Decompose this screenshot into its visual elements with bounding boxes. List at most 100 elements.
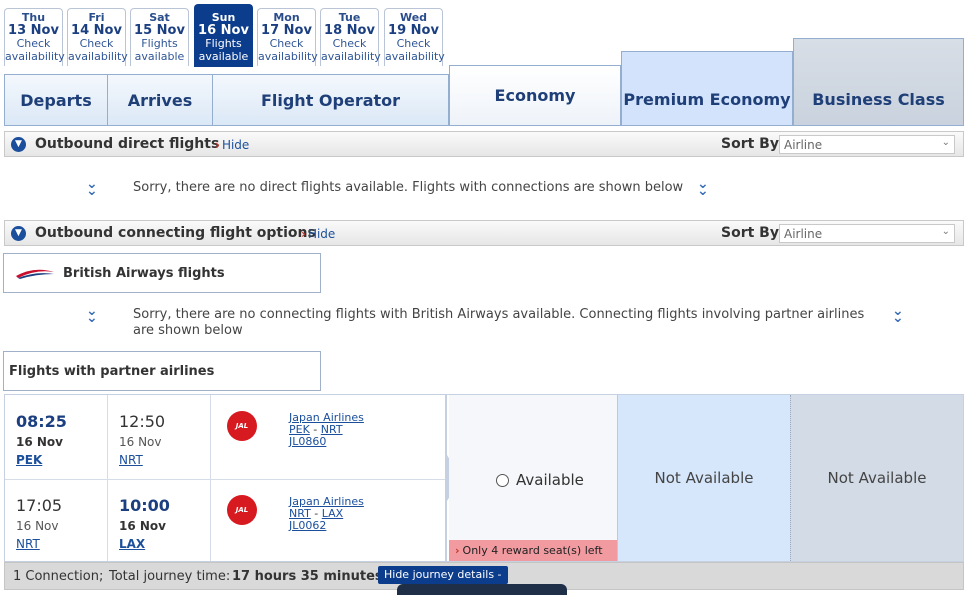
arrival-airport-link[interactable]: NRT bbox=[119, 453, 143, 467]
cabin-economy-label: Economy bbox=[494, 86, 576, 105]
economy-option[interactable]: Available bbox=[496, 471, 584, 489]
departure-date: 16 Nov bbox=[16, 435, 63, 449]
departure-date: 16 Nov bbox=[16, 519, 59, 533]
connecting-flights-title: Outbound connecting flight options bbox=[35, 225, 316, 241]
reward-seats-text: Only 4 reward seat(s) left bbox=[462, 544, 603, 557]
operator-column-header[interactable]: Flight Operator bbox=[212, 74, 449, 126]
arrival-date: 16 Nov bbox=[119, 435, 162, 449]
flight-option-card: 08:25 16 Nov PEK 12:50 16 Nov NRT JAL Ja… bbox=[4, 394, 964, 562]
british-airways-title: British Airways flights bbox=[63, 266, 225, 281]
chevron-right-icon: › bbox=[215, 138, 220, 152]
segments-area bbox=[5, 395, 447, 561]
cabin-business-header[interactable]: Business Class bbox=[793, 38, 964, 126]
segment-2-operator: Japan Airlines NRT - LAX JL0062 bbox=[289, 495, 364, 532]
arrival-date: 16 Nov bbox=[119, 519, 166, 533]
direct-hide-link[interactable]: › Hide bbox=[215, 138, 249, 152]
connecting-sort-select[interactable]: Airline ⌄ bbox=[779, 224, 955, 243]
date-tab-status: Check availability bbox=[321, 37, 381, 63]
partner-airlines-box: Flights with partner airlines bbox=[3, 351, 321, 391]
premium-status: Not Available bbox=[654, 469, 754, 487]
double-chevron-down-icon: ⌄ ⌄ bbox=[86, 176, 98, 199]
date-tab-16-nov[interactable]: Sun 16 Nov Flights available bbox=[194, 4, 253, 67]
date-tab-status: Check availability bbox=[258, 37, 318, 63]
flight-number-link[interactable]: JL0860 bbox=[289, 436, 364, 448]
date-tab-17-nov[interactable]: Mon 17 Nov Check availability bbox=[257, 8, 318, 66]
departure-airport-link[interactable]: NRT bbox=[16, 537, 40, 551]
date-tab-date: 13 Nov bbox=[8, 23, 59, 38]
double-chevron-down-icon: ⌄ ⌄ bbox=[697, 176, 709, 199]
date-tab-19-nov[interactable]: Wed 19 Nov Check availability bbox=[384, 8, 445, 66]
floating-panel-tab[interactable] bbox=[397, 584, 567, 595]
flight-number-link[interactable]: JL0062 bbox=[289, 520, 364, 532]
segment-2-arrival: 10:00 16 Nov LAX bbox=[119, 496, 170, 552]
date-tab-date: 19 Nov bbox=[388, 23, 439, 38]
departure-time: 17:05 bbox=[16, 496, 63, 515]
direct-sort-select[interactable]: Airline ⌄ bbox=[779, 135, 955, 154]
chevron-right-icon: › bbox=[301, 227, 306, 241]
date-tab-date: 15 Nov bbox=[134, 23, 185, 38]
departs-column-header[interactable]: Departs bbox=[4, 74, 108, 126]
double-chevron-down-icon: ⌄ ⌄ bbox=[86, 303, 98, 326]
chevron-down-icon: ⌄ bbox=[941, 226, 950, 237]
business-availability-cell: Not Available bbox=[790, 395, 963, 561]
premium-availability-cell: Not Available bbox=[617, 395, 790, 561]
arrival-airport-link[interactable]: LAX bbox=[119, 537, 145, 551]
double-chevron-down-icon: ⌄ ⌄ bbox=[892, 303, 904, 326]
date-tab-date: 16 Nov bbox=[198, 23, 249, 38]
departs-label: Departs bbox=[20, 90, 92, 110]
date-tab-14-nov[interactable]: Fri 14 Nov Check availability bbox=[67, 8, 128, 66]
direct-hide-label: Hide bbox=[221, 138, 250, 152]
british-airways-box: British Airways flights bbox=[3, 253, 321, 293]
partner-airlines-title: Flights with partner airlines bbox=[9, 364, 215, 379]
connecting-hide-label: Hide bbox=[307, 227, 336, 241]
japan-airlines-logo-icon: JAL bbox=[227, 495, 257, 525]
departure-airport-link[interactable]: PEK bbox=[16, 453, 42, 467]
date-tab-date: 18 Nov bbox=[324, 23, 375, 38]
date-tab-date: 17 Nov bbox=[261, 23, 312, 38]
collapse-toggle-icon[interactable]: ▼ bbox=[11, 226, 26, 241]
operator-label: Flight Operator bbox=[260, 90, 401, 110]
direct-sort-value: Airline bbox=[784, 138, 823, 152]
japan-airlines-logo-icon: JAL bbox=[227, 411, 257, 441]
date-tab-status: Check availability bbox=[68, 37, 128, 63]
segment-2-departure: 17:05 16 Nov NRT bbox=[16, 496, 62, 552]
arrival-time: 10:00 bbox=[119, 496, 170, 515]
journey-time-value: 17 hours 35 minutes bbox=[232, 569, 383, 584]
economy-availability-cell[interactable]: Available › Only 4 reward seat(s) left bbox=[449, 395, 617, 561]
collapse-toggle-icon[interactable]: ▼ bbox=[11, 137, 26, 152]
cabin-premium-label: Premium Economy bbox=[623, 90, 791, 109]
connecting-sort-value: Airline bbox=[784, 227, 823, 241]
connections-count: 1 Connection; bbox=[13, 569, 104, 584]
economy-radio[interactable] bbox=[496, 473, 509, 487]
economy-status: Available bbox=[516, 471, 584, 489]
direct-flights-message: Sorry, there are no direct flights avail… bbox=[133, 180, 684, 195]
business-status: Not Available bbox=[827, 469, 927, 487]
cabin-premium-header[interactable]: Premium Economy bbox=[621, 51, 793, 126]
connecting-hide-link[interactable]: › Hide bbox=[301, 227, 335, 241]
direct-sort-label: Sort By bbox=[721, 136, 779, 152]
connecting-flights-bar: ▼ Outbound connecting flight options › Hi… bbox=[4, 220, 964, 246]
column-divider bbox=[107, 395, 108, 561]
date-tab-status: Flights available bbox=[134, 37, 185, 63]
british-airways-logo-icon bbox=[16, 269, 54, 279]
segment-1-operator: Japan Airlines PEK - NRT JL0860 bbox=[289, 411, 364, 448]
hide-journey-details-button[interactable]: Hide journey details - bbox=[378, 566, 508, 584]
arrives-label: Arrives bbox=[127, 90, 193, 110]
chevron-down-icon: ⌄ bbox=[941, 137, 950, 148]
segment-divider bbox=[5, 479, 447, 480]
segment-1-arrival: 12:50 16 Nov NRT bbox=[119, 412, 165, 468]
chevron-right-icon: › bbox=[455, 544, 460, 557]
british-airways-message: Sorry, there are no connecting flights w… bbox=[133, 307, 865, 338]
date-tab-18-nov[interactable]: Tue 18 Nov Check availability bbox=[320, 8, 381, 66]
departure-time: 08:25 bbox=[16, 412, 67, 431]
date-tab-status: Check availability bbox=[5, 37, 65, 63]
cabin-business-label: Business Class bbox=[812, 89, 945, 109]
date-tab-13-nov[interactable]: Thu 13 Nov Check availability bbox=[4, 8, 65, 66]
date-tab-date: 14 Nov bbox=[71, 23, 122, 38]
arrives-column-header[interactable]: Arrives bbox=[107, 74, 213, 126]
cabin-economy-header[interactable]: Economy bbox=[449, 65, 621, 126]
date-tab-15-nov[interactable]: Sat 15 Nov Flights available bbox=[130, 8, 189, 66]
journey-time-label: Total journey time: bbox=[109, 569, 231, 584]
arrival-time: 12:50 bbox=[119, 412, 166, 431]
segment-1-departure: 08:25 16 Nov PEK bbox=[16, 412, 67, 468]
